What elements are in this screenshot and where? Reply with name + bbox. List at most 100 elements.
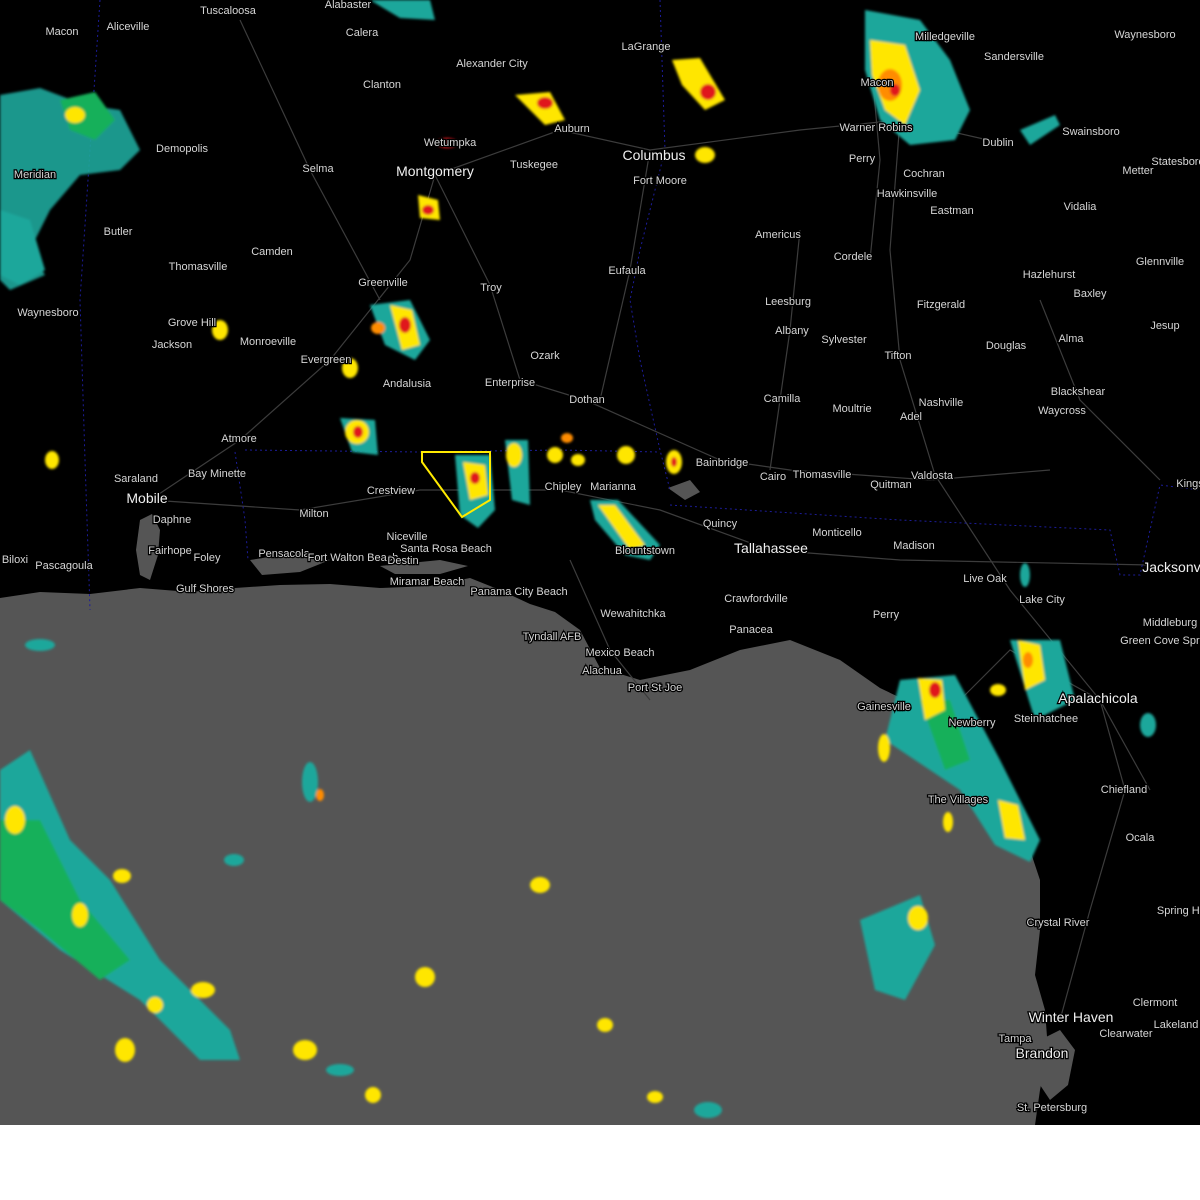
city-label: Evergreen xyxy=(301,354,352,366)
city-label: Moultrie xyxy=(832,403,871,415)
city-label: Winter Haven xyxy=(1029,1009,1114,1025)
city-label: Butler xyxy=(104,226,133,238)
radar-cell xyxy=(878,734,890,762)
radar-cell xyxy=(647,1091,663,1103)
city-label: Americus xyxy=(755,229,801,241)
city-label: Waynesboro xyxy=(1114,29,1175,41)
city-label: Camilla xyxy=(764,393,802,405)
city-label: Hazlehurst xyxy=(1023,269,1076,281)
city-label: Albany xyxy=(775,325,809,337)
city-label: Greenville xyxy=(358,277,408,289)
city-label: Tampa xyxy=(998,1033,1032,1045)
radar-cell xyxy=(700,84,716,100)
radar-cell xyxy=(371,322,385,334)
city-label: Statesboro xyxy=(1151,156,1200,168)
city-label: Kings xyxy=(1176,478,1200,490)
radar-cell xyxy=(415,967,435,987)
city-label: Daphne xyxy=(153,514,192,526)
city-label: Biloxi xyxy=(2,554,28,566)
city-label: Columbus xyxy=(622,147,685,163)
radar-cell xyxy=(45,451,59,469)
city-label: Clermont xyxy=(1133,997,1178,1009)
radar-cell xyxy=(470,472,480,484)
radar-cell xyxy=(929,682,941,698)
city-label: Alma xyxy=(1058,333,1084,345)
city-label: Cairo xyxy=(760,471,786,483)
city-label: Auburn xyxy=(554,123,589,135)
radar-cell xyxy=(990,684,1006,696)
city-label: Calera xyxy=(346,27,379,39)
radar-cell xyxy=(5,806,25,834)
city-label: Douglas xyxy=(986,340,1027,352)
city-label: Alachua xyxy=(582,665,623,677)
city-label: Hawkinsville xyxy=(877,188,938,200)
city-label: Camden xyxy=(251,246,293,258)
radar-cell xyxy=(537,97,553,109)
radar-cell xyxy=(25,639,55,651)
city-label: Pensacola xyxy=(258,548,310,560)
city-label: Jacksonville xyxy=(1142,559,1200,575)
city-label: Miramar Beach xyxy=(390,576,465,588)
city-label: Crystal River xyxy=(1027,917,1090,929)
city-label: Crawfordville xyxy=(724,593,788,605)
radar-cell xyxy=(399,317,411,333)
radar-cell xyxy=(422,205,434,215)
city-label: Macon xyxy=(45,26,78,38)
city-label: Apalachicola xyxy=(1058,690,1138,706)
city-label: Montgomery xyxy=(396,163,474,179)
city-label: Green Cove Springs xyxy=(1120,635,1200,647)
city-label: Mobile xyxy=(126,490,167,506)
radar-cell xyxy=(326,1064,354,1076)
map-canvas[interactable]: Tuscaloosa Alabaster Milledgeville Waynesbo… xyxy=(0,0,1200,1125)
radar-cell xyxy=(302,762,318,802)
city-label: Ocala xyxy=(1126,832,1156,844)
city-label: Milledgeville xyxy=(915,31,975,43)
city-label: Gainesville xyxy=(857,701,911,713)
city-label: Fairhope xyxy=(148,545,191,557)
radar-cell xyxy=(695,147,715,163)
city-label: Jesup xyxy=(1150,320,1179,332)
city-label: Atmore xyxy=(221,433,256,445)
radar-cell xyxy=(943,812,953,832)
city-label: Panama City Beach xyxy=(470,586,567,598)
radar-cell xyxy=(316,789,324,801)
city-label: Perry xyxy=(873,609,900,621)
city-label: Jackson xyxy=(152,339,192,351)
city-label: Wetumpka xyxy=(424,137,477,149)
city-label: Destin xyxy=(387,555,418,567)
city-label: Blackshear xyxy=(1051,386,1106,398)
city-label: Glennville xyxy=(1136,256,1184,268)
city-label: Cochran xyxy=(903,168,945,180)
city-label: Eastman xyxy=(930,205,973,217)
radar-cell xyxy=(597,1018,613,1032)
city-label: Fort Moore xyxy=(633,175,687,187)
city-label: Eufaula xyxy=(608,265,646,277)
radar-cell xyxy=(147,997,163,1013)
city-label: Wewahitchka xyxy=(600,608,666,620)
radar-cell xyxy=(617,446,635,464)
city-label: Milton xyxy=(299,508,328,520)
radar-cell xyxy=(506,443,522,467)
city-label: Blountstown xyxy=(615,545,675,557)
city-label: Fitzgerald xyxy=(917,299,965,311)
radar-map[interactable]: Tuscaloosa Alabaster Milledgeville Waynesbo… xyxy=(0,0,1200,1125)
city-label: Waynesboro xyxy=(17,307,78,319)
radar-cell xyxy=(72,903,88,927)
radar-cell xyxy=(65,107,85,123)
radar-cell xyxy=(1020,563,1030,587)
city-label: Perry xyxy=(849,153,876,165)
city-label: Tallahassee xyxy=(734,540,808,556)
city-label: Marianna xyxy=(590,481,637,493)
radar-cell xyxy=(353,426,363,438)
city-label: Tyndall AFB xyxy=(523,631,582,643)
city-label: Troy xyxy=(480,282,502,294)
radar-cell xyxy=(224,854,244,866)
city-label: Aliceville xyxy=(107,21,150,33)
city-label: Dothan xyxy=(569,394,604,406)
city-label: Madison xyxy=(893,540,935,552)
city-label: Monroeville xyxy=(240,336,296,348)
city-label: Middleburg xyxy=(1143,617,1197,629)
city-label: Niceville xyxy=(387,531,428,543)
city-label: Saraland xyxy=(114,473,158,485)
city-label: Lakeland xyxy=(1154,1019,1199,1031)
